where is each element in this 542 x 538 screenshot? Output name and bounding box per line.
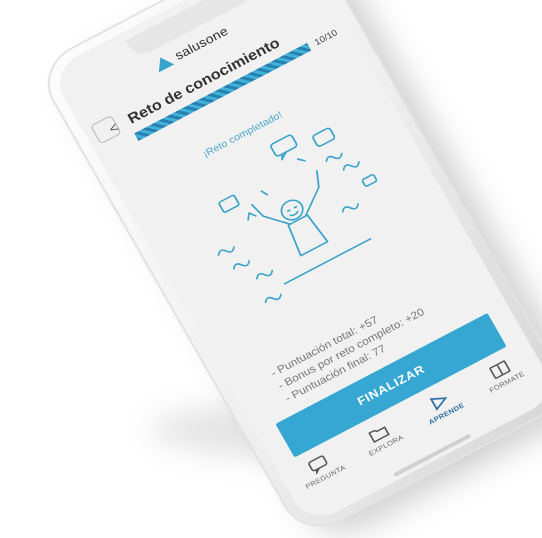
chat-card-icon (312, 127, 336, 147)
confetti-4 (325, 152, 343, 163)
confetti-10 (264, 293, 282, 304)
person-left-arm (251, 204, 292, 225)
person-right-arm (304, 170, 320, 217)
scene: salusone 2 < Reto de conocimiento 10/10 … (0, 0, 542, 538)
person-face (286, 205, 299, 217)
phone-body: salusone 2 < Reto de conocimiento 10/10 … (36, 0, 542, 538)
confetti-9 (260, 190, 269, 196)
card-icon (218, 194, 240, 213)
confetti-2 (233, 260, 251, 270)
small-card-icon (361, 174, 378, 187)
speech-bubble-icon (270, 134, 298, 157)
phone-screen: salusone 2 < Reto de conocimiento 10/10 … (48, 0, 542, 527)
confetti-1 (217, 246, 235, 256)
confetti-3 (256, 269, 274, 280)
confetti-6 (341, 203, 359, 213)
confetti-7 (247, 212, 257, 221)
confetti-5 (342, 161, 360, 171)
confetti-8 (296, 158, 306, 162)
person-head (280, 199, 304, 221)
phone-mockup: salusone 2 < Reto de conocimiento 10/10 … (36, 0, 542, 538)
logo-mark-icon (152, 53, 174, 72)
